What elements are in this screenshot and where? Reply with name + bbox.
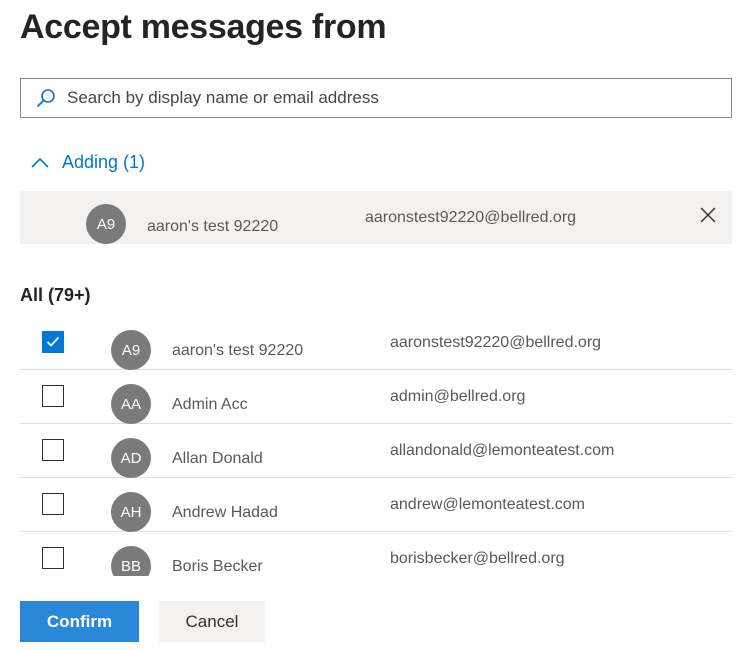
list-item-name: aaron's test 92220 bbox=[172, 342, 304, 359]
close-icon bbox=[700, 207, 716, 223]
list-item-email: allandonald@lemonteatest.com bbox=[390, 442, 615, 459]
adding-section-toggle[interactable]: Adding (1) bbox=[30, 152, 145, 173]
avatar: A9 bbox=[86, 204, 126, 244]
list-item[interactable]: BB Boris Becker borisbecker@bellred.org bbox=[20, 532, 732, 576]
row-checkbox[interactable] bbox=[42, 493, 64, 515]
list-item-email: aaronstest92220@bellred.org bbox=[390, 334, 602, 351]
list-item-name: Andrew Hadad bbox=[172, 504, 278, 521]
adding-item-name: aaron's test 92220 bbox=[147, 218, 279, 235]
remove-recipient-button[interactable] bbox=[698, 205, 718, 225]
list-item[interactable]: AH Andrew Hadad andrew@lemonteatest.com bbox=[20, 478, 732, 532]
avatar: BB bbox=[111, 546, 151, 576]
search-box[interactable] bbox=[20, 78, 732, 118]
cancel-button[interactable]: Cancel bbox=[159, 601, 265, 642]
list-item-name: Allan Donald bbox=[172, 450, 263, 467]
list-item-name: Boris Becker bbox=[172, 558, 263, 575]
confirm-button[interactable]: Confirm bbox=[20, 601, 139, 642]
row-checkbox[interactable] bbox=[42, 331, 64, 353]
row-checkbox[interactable] bbox=[42, 547, 64, 569]
checkmark-icon bbox=[46, 336, 60, 347]
recipient-list: A9 aaron's test 92220 aaronstest92220@be… bbox=[20, 316, 732, 576]
list-item[interactable]: A9 aaron's test 92220 aaronstest92220@be… bbox=[20, 316, 732, 370]
search-icon bbox=[33, 85, 59, 111]
list-item[interactable]: AA Admin Acc admin@bellred.org bbox=[20, 370, 732, 424]
row-checkbox[interactable] bbox=[42, 439, 64, 461]
avatar: A9 bbox=[111, 330, 151, 370]
avatar: AA bbox=[111, 384, 151, 424]
list-item-email: borisbecker@bellred.org bbox=[390, 550, 565, 567]
page-title: Accept messages from bbox=[20, 8, 387, 46]
adding-list-item: A9 aaron's test 92220 aaronstest92220@be… bbox=[20, 191, 732, 244]
list-item-email: admin@bellred.org bbox=[390, 388, 526, 405]
search-input[interactable] bbox=[65, 79, 731, 117]
list-item[interactable]: AD Allan Donald allandonald@lemonteatest… bbox=[20, 424, 732, 478]
all-section-header: All (79+) bbox=[20, 285, 91, 305]
list-item-name: Admin Acc bbox=[172, 396, 248, 413]
chevron-up-icon bbox=[30, 155, 52, 171]
avatar: AD bbox=[111, 438, 151, 478]
list-item-email: andrew@lemonteatest.com bbox=[390, 496, 585, 513]
adding-item-email: aaronstest92220@bellred.org bbox=[365, 209, 577, 226]
adding-section-label: Adding (1) bbox=[62, 152, 146, 172]
row-checkbox[interactable] bbox=[42, 385, 64, 407]
avatar: AH bbox=[111, 492, 151, 532]
